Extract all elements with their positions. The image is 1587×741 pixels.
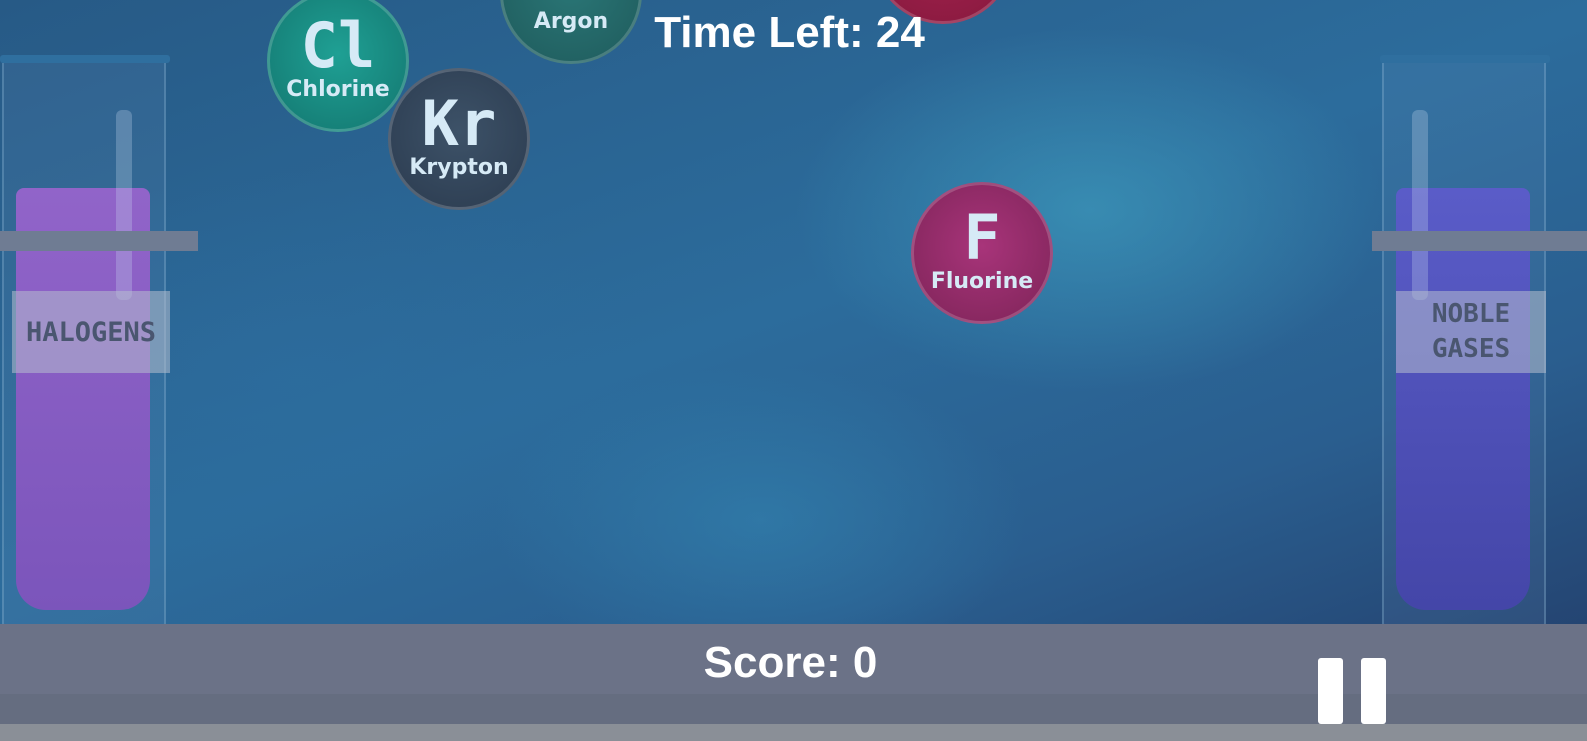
- element-name: Fluorine: [930, 269, 1034, 294]
- noble-gases-tube[interactable]: NOBLE GASES: [1372, 55, 1587, 663]
- element-orb-fluorine[interactable]: F Fluorine: [911, 182, 1053, 324]
- pause-icon: [1318, 658, 1343, 724]
- element-name: Krypton: [409, 155, 509, 180]
- tube-rack-band: [0, 231, 198, 251]
- element-symbol: F: [963, 201, 1001, 274]
- halogens-tube[interactable]: HALOGENS: [0, 55, 198, 663]
- element-name: Chlorine: [286, 77, 390, 102]
- pause-button[interactable]: [1318, 658, 1386, 724]
- noble-gases-label: NOBLE GASES: [1396, 291, 1546, 373]
- tube-highlight: [1412, 110, 1428, 300]
- tube-rack-band: [1372, 231, 1587, 251]
- game-stage: HALOGENS NOBLE GASES Cl Chlorine Kr Kryp…: [0, 0, 1587, 741]
- element-orb-krypton[interactable]: Kr Krypton: [388, 68, 530, 210]
- floor-bar: [0, 724, 1587, 741]
- time-left-display: Time Left: 24: [654, 8, 925, 57]
- pause-icon: [1361, 658, 1386, 724]
- element-symbol: Kr: [421, 87, 497, 160]
- tube-highlight: [116, 110, 132, 300]
- halogens-label: HALOGENS: [12, 291, 170, 373]
